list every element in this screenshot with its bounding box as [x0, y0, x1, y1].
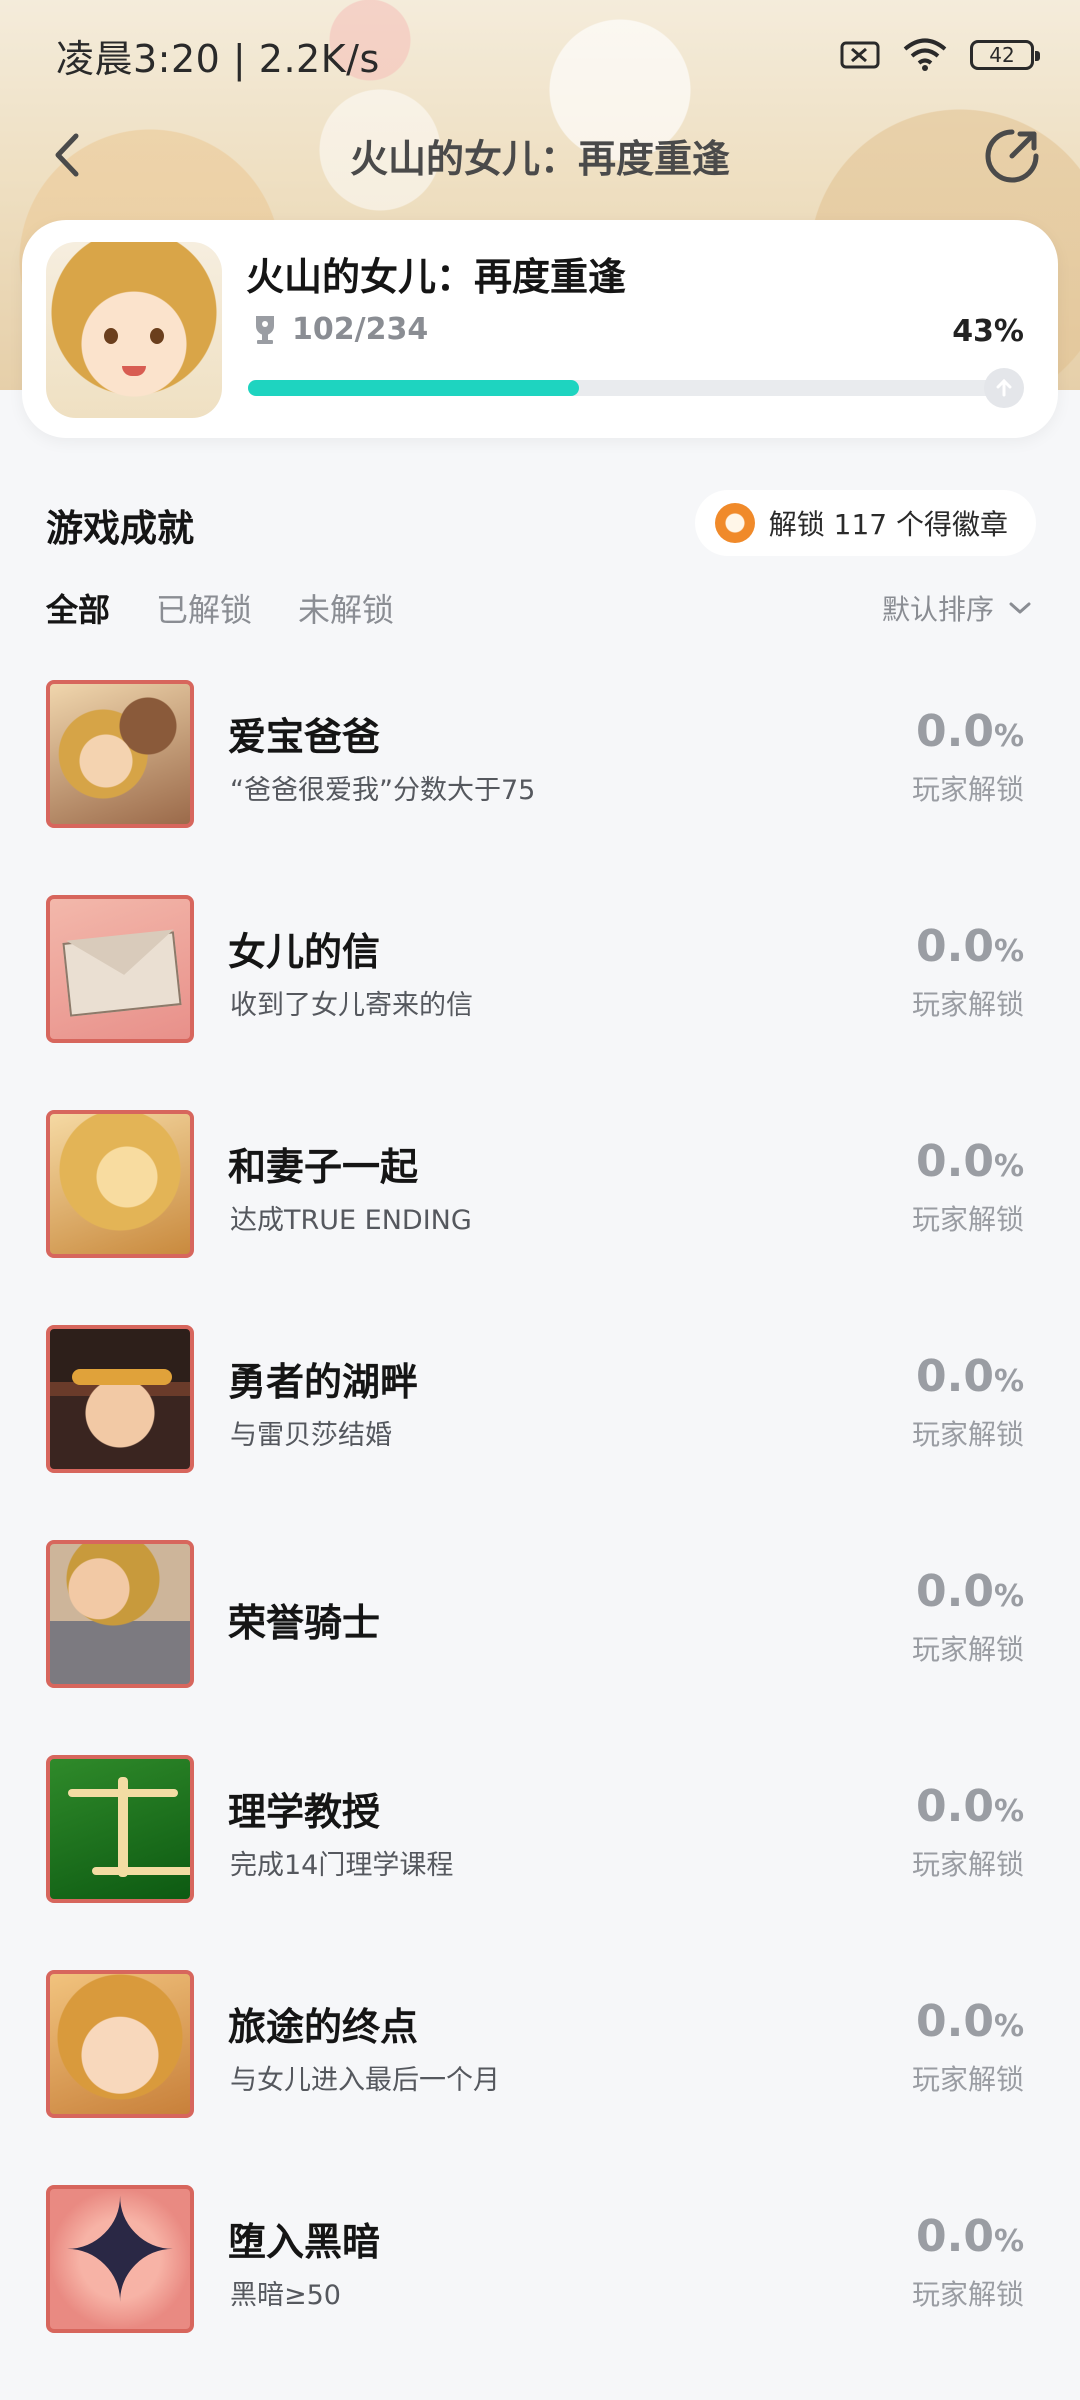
share-icon[interactable]: [982, 126, 1042, 186]
trophy-icon: [256, 315, 274, 344]
achievement-desc: 与女儿进入最后一个月: [230, 2065, 500, 2096]
status-bar: 凌晨3:20 | 2.2K/s 42: [0, 0, 1080, 110]
achievement-desc: 达成TRUE ENDING: [230, 1205, 472, 1236]
achievement-desc: “爸爸很爱我”分数大于75: [230, 775, 536, 806]
achievement-item[interactable]: 理学教授 完成14门理学课程 0.0% 玩家解锁: [0, 1755, 1080, 1970]
achievement-list: 爱宝爸爸 “爸爸很爱我”分数大于75 0.0% 玩家解锁 女儿的信 收到了女儿寄…: [0, 680, 1080, 2400]
achievement-icon: [46, 680, 194, 828]
rate-value: 0.0: [915, 1566, 994, 1617]
badge-text: 解锁 117 个得徽章: [768, 508, 1008, 541]
achievement-icon: [46, 1110, 194, 1258]
achievement-desc: 与雷贝莎结婚: [230, 1420, 392, 1451]
chevron-down-icon: [1009, 602, 1031, 614]
achievement-rate: 0.0%: [916, 1781, 1024, 1832]
achievement-item[interactable]: 和妻子一起 达成TRUE ENDING 0.0% 玩家解锁: [0, 1110, 1080, 1325]
achievement-rate-label: 玩家解锁: [911, 1633, 1024, 1666]
trophy-count: 102/234: [292, 312, 429, 347]
achievement-item[interactable]: 旅途的终点 与女儿进入最后一个月 0.0% 玩家解锁: [0, 1970, 1080, 2185]
rate-unit: %: [993, 719, 1024, 754]
achievement-desc: 完成14门理学课程: [230, 1850, 454, 1881]
achievement-rate-label: 玩家解锁: [911, 988, 1024, 1021]
achievement-rate: 0.0%: [916, 921, 1024, 972]
progress-bar: [248, 368, 1024, 408]
game-cover-image: [46, 242, 222, 418]
badge-reward-pill[interactable]: 解锁 117 个得徽章: [694, 490, 1036, 556]
battery-level: 42: [989, 43, 1015, 67]
game-card[interactable]: 火山的女儿：再度重逢 102/234 43%: [22, 220, 1058, 438]
achievement-title: 堕入黑暗: [228, 2220, 381, 2264]
rate-value: 0.0: [915, 1136, 994, 1187]
game-name: 火山的女儿：再度重逢: [246, 255, 627, 299]
tab-all[interactable]: 全部: [46, 585, 110, 631]
achievement-title: 荣誉骑士: [228, 1601, 381, 1645]
rate-value: 0.0: [915, 1351, 994, 1402]
trophy-row: 102/234: [250, 312, 428, 347]
achievement-item[interactable]: 勇者的湖畔 与雷贝莎结婚 0.0% 玩家解锁: [0, 1325, 1080, 1540]
achievement-rate-label: 玩家解锁: [911, 1418, 1024, 1451]
achievement-title: 旅途的终点: [228, 2005, 419, 2049]
progress-end-icon: [984, 368, 1024, 408]
rate-unit: %: [993, 934, 1024, 969]
achievement-rate: 0.0%: [916, 1566, 1024, 1617]
achievement-title: 理学教授: [228, 1790, 381, 1834]
achievement-rate-label: 玩家解锁: [911, 1848, 1024, 1881]
achievement-rate: 0.0%: [916, 2211, 1024, 2262]
achievement-desc: 黑暗≥50: [230, 2280, 341, 2311]
back-arrow-icon[interactable]: [44, 130, 94, 180]
filter-tabs: 全部 已解锁 未解锁: [46, 585, 394, 631]
progress-fill: [248, 380, 580, 396]
achievement-rate: 0.0%: [916, 1351, 1024, 1402]
rate-value: 0.0: [915, 706, 994, 757]
rate-value: 0.0: [915, 1781, 994, 1832]
rate-unit: %: [993, 2009, 1024, 2044]
achievement-desc: 收到了女儿寄来的信: [230, 990, 473, 1021]
achievement-rate-label: 玩家解锁: [911, 2278, 1024, 2311]
rate-value: 0.0: [915, 921, 994, 972]
rate-value: 0.0: [915, 1996, 994, 2047]
achievement-item[interactable]: 女儿的信 收到了女儿寄来的信 0.0% 玩家解锁: [0, 895, 1080, 1110]
sim-off-icon: [840, 41, 880, 69]
achievement-item[interactable]: 荣誉骑士 0.0% 玩家解锁: [0, 1540, 1080, 1755]
rate-value: 0.0: [915, 2211, 994, 2262]
status-time: 凌晨3:20 | 2.2K/s: [56, 36, 380, 81]
achievement-icon: [46, 1325, 194, 1473]
achievement-icon: [46, 1970, 194, 2118]
rate-unit: %: [993, 2224, 1024, 2259]
achievement-title: 爱宝爸爸: [228, 715, 381, 759]
tab-unlocked[interactable]: 已解锁: [156, 585, 252, 631]
achievement-icon: [46, 895, 194, 1043]
achievement-icon: [46, 2185, 194, 2333]
progress-percent: 43%: [952, 314, 1024, 349]
tab-locked[interactable]: 未解锁: [298, 585, 394, 631]
achievement-rate-label: 玩家解锁: [911, 1203, 1024, 1236]
upload-icon: [996, 378, 1012, 397]
rate-unit: %: [993, 1149, 1024, 1184]
section-title: 游戏成就: [46, 507, 194, 550]
rate-unit: %: [993, 1579, 1024, 1614]
badge-icon: [714, 503, 755, 543]
rate-unit: %: [993, 1794, 1024, 1829]
achievement-title: 和妻子一起: [228, 1145, 419, 1189]
wifi-icon: [903, 38, 947, 71]
rate-unit: %: [993, 1364, 1024, 1399]
achievement-icon: [46, 1540, 194, 1688]
achievement-rate: 0.0%: [916, 1136, 1024, 1187]
achievement-rate-label: 玩家解锁: [911, 773, 1024, 806]
sort-dropdown[interactable]: 默认排序: [882, 588, 1032, 628]
achievement-rate: 0.0%: [916, 1996, 1024, 2047]
achievement-item[interactable]: 爱宝爸爸 “爸爸很爱我”分数大于75 0.0% 玩家解锁: [0, 680, 1080, 895]
sort-label: 默认排序: [881, 593, 994, 626]
battery-icon: 42: [970, 40, 1040, 70]
achievement-icon: [46, 1755, 194, 1903]
nav-bar: 火山的女儿：再度重逢: [0, 110, 1080, 200]
achievement-title: 女儿的信: [228, 930, 381, 974]
achievement-rate: 0.0%: [916, 706, 1024, 757]
achievement-title: 勇者的湖畔: [228, 1360, 419, 1404]
status-icons: 42: [840, 38, 1040, 72]
nav-title: 火山的女儿：再度重逢: [349, 136, 730, 181]
achievement-item[interactable]: 堕入黑暗 黑暗≥50 0.0% 玩家解锁: [0, 2185, 1080, 2400]
achievement-rate-label: 玩家解锁: [911, 2063, 1024, 2096]
